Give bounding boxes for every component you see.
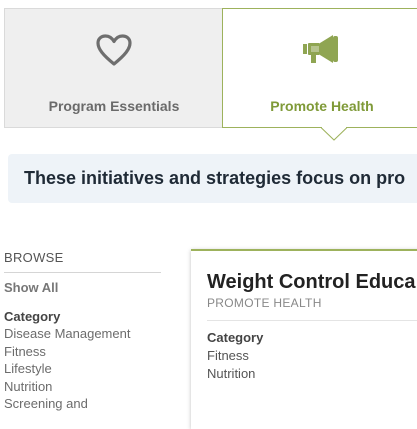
heart-icon xyxy=(95,33,133,72)
category-heading: Category xyxy=(4,309,61,324)
category-filter-fitness[interactable]: Fitness xyxy=(4,343,130,361)
megaphone-icon xyxy=(302,33,342,70)
divider xyxy=(4,272,161,273)
browse-title: BROWSE xyxy=(4,250,64,265)
tab-divider xyxy=(222,127,322,128)
category-filter-list: Disease Management Fitness Lifestyle Nut… xyxy=(4,325,130,413)
banner-text: These initiatives and strategies focus o… xyxy=(24,168,406,188)
card-category-item: Nutrition xyxy=(207,365,256,381)
card-category-list: Fitness Nutrition xyxy=(207,347,255,382)
category-filter-disease-management[interactable]: Disease Management xyxy=(4,325,130,343)
category-filter-nutrition[interactable]: Nutrition xyxy=(4,378,130,396)
tab-divider xyxy=(4,127,222,128)
tab-label: Promote Health xyxy=(270,98,374,114)
category-filter-lifestyle[interactable]: Lifestyle xyxy=(4,360,130,378)
tab-divider xyxy=(346,127,417,128)
tab-program-essentials[interactable]: Program Essentials xyxy=(4,8,223,128)
category-filter-screening[interactable]: Screening and xyxy=(4,395,130,413)
card-subtitle: PROMOTE HEALTH xyxy=(207,296,322,310)
card-category-item: Fitness xyxy=(207,348,249,363)
program-card[interactable]: Weight Control Educa PROMOTE HEALTH Cate… xyxy=(191,249,417,429)
intro-banner: These initiatives and strategies focus o… xyxy=(8,154,417,203)
card-category-heading: Category xyxy=(207,330,264,345)
card-title[interactable]: Weight Control Educa xyxy=(207,271,416,294)
divider xyxy=(207,320,417,321)
tab-promote-health[interactable]: Promote Health xyxy=(222,8,417,128)
tab-pointer-arrow xyxy=(321,127,347,141)
show-all-link[interactable]: Show All xyxy=(4,280,58,295)
tab-label: Program Essentials xyxy=(48,98,180,114)
